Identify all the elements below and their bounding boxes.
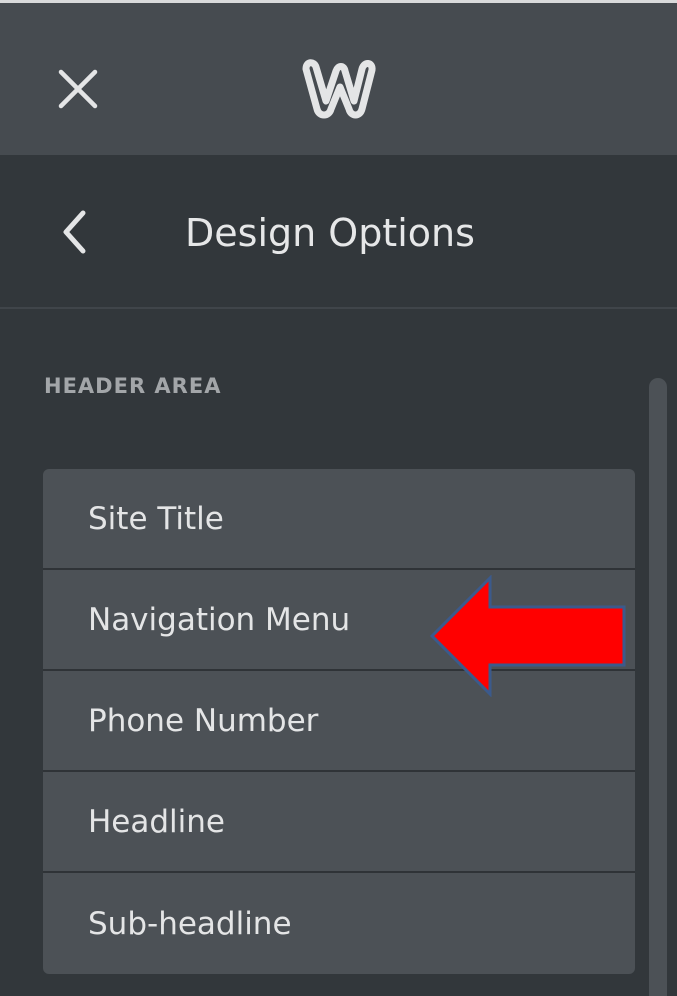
chevron-left-icon [63, 210, 86, 254]
section-label: HEADER AREA [44, 374, 222, 398]
menu-item-site-title[interactable]: Site Title [43, 469, 635, 570]
panel-title: Design Options [185, 211, 475, 255]
close-button[interactable] [52, 63, 104, 115]
top-bar [0, 0, 677, 155]
header-area-list: Site Title Navigation Menu Phone Number … [43, 469, 635, 974]
close-icon [58, 69, 98, 109]
scrollbar[interactable] [649, 378, 667, 996]
menu-item-sub-headline[interactable]: Sub-headline [43, 873, 635, 974]
weebly-logo-icon[interactable] [298, 55, 380, 121]
menu-item-headline[interactable]: Headline [43, 772, 635, 873]
red-arrow-left-icon [429, 575, 626, 697]
back-button[interactable] [52, 200, 96, 264]
